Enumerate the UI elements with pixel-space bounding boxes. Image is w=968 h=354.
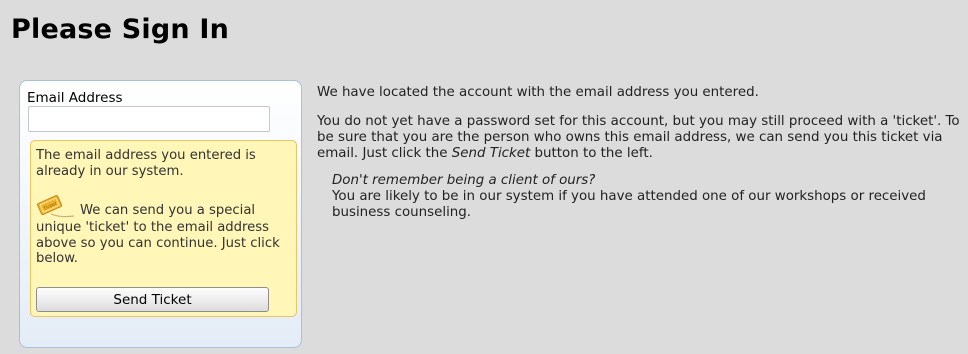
send-ticket-button[interactable]: Send Ticket xyxy=(36,287,269,312)
info-block: We have located the account with the ema… xyxy=(317,85,965,221)
ticket-icon: Ticket xyxy=(36,194,76,220)
email-label: Email Address xyxy=(27,90,123,106)
client-hint: Don't remember being a client of ours? Y… xyxy=(317,173,965,221)
account-located-text: We have located the account with the ema… xyxy=(317,85,759,100)
password-explanation-end: button to the left. xyxy=(530,146,653,161)
send-ticket-reference: Send Ticket xyxy=(451,146,531,161)
ticket-notice-box: The email address you entered is already… xyxy=(30,140,297,317)
hint-answer: You are likely to be in our system if yo… xyxy=(332,189,926,220)
email-input[interactable] xyxy=(28,106,270,132)
page-title: Please Sign In xyxy=(11,14,230,45)
notice-text: The email address you entered is already… xyxy=(36,148,296,267)
notice-already-in-system: The email address you entered is already… xyxy=(36,148,256,179)
password-explanation: You do not yet have a password set for t… xyxy=(317,114,965,162)
notice-ticket-explanation: Ticket We can send you a special unique … xyxy=(36,194,296,267)
hint-question: Don't remember being a client of ours? xyxy=(332,173,596,188)
signin-panel: Email Address The email address you ente… xyxy=(19,80,302,348)
